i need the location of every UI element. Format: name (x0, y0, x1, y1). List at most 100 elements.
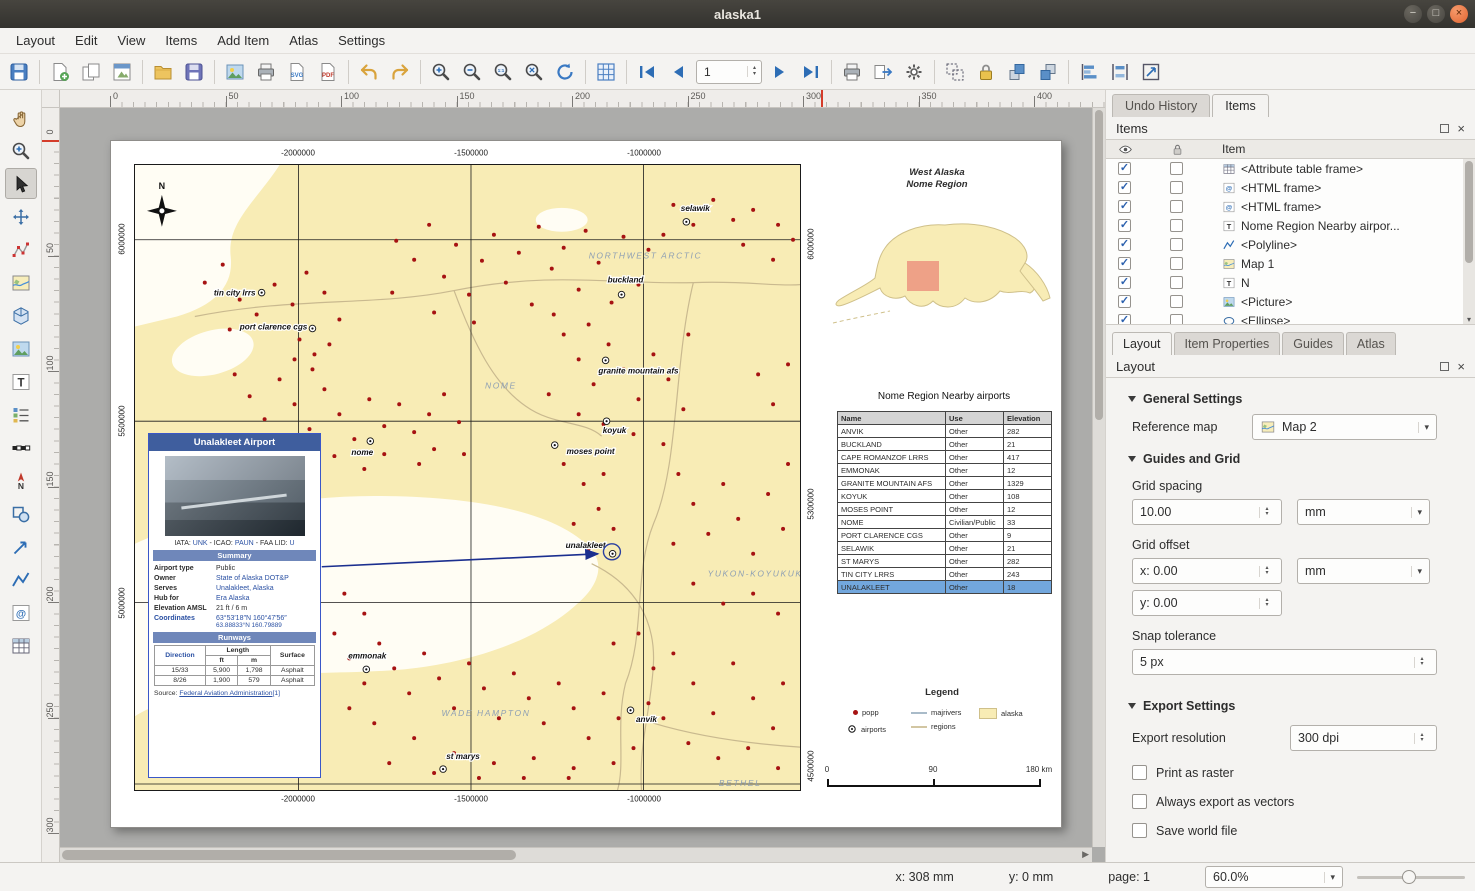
item-row-ellipse[interactable]: <Ellipse> (1106, 311, 1475, 325)
select-move-item-tool[interactable] (5, 168, 37, 199)
add-arrow-tool[interactable] (5, 531, 37, 562)
item-row-html-frame[interactable]: @<HTML frame> (1106, 197, 1475, 216)
zoom-full-button[interactable] (519, 57, 549, 87)
tab-item-properties[interactable]: Item Properties (1174, 332, 1281, 355)
close-panel-icon[interactable]: × (1457, 124, 1465, 133)
visibility-checkbox[interactable] (1118, 200, 1131, 213)
visibility-checkbox[interactable] (1118, 314, 1131, 325)
minimize-button[interactable]: − (1404, 5, 1422, 23)
zoom-out-button[interactable] (457, 57, 487, 87)
grid-offset-unit-combo[interactable]: mm▾ (1297, 558, 1430, 584)
lock-items-button[interactable] (971, 57, 1001, 87)
add-node-item-tool[interactable] (5, 564, 37, 595)
zoom-level-combo[interactable]: 60.0% ▾ (1205, 866, 1343, 888)
items-scroll-thumb[interactable] (1465, 161, 1473, 263)
menu-edit[interactable]: Edit (65, 30, 107, 51)
reference-map-combo[interactable]: Map 2 ▾ (1252, 414, 1437, 440)
overview-map-picture[interactable] (823, 193, 1051, 348)
airports-table[interactable]: NameUseElevationANVIKOther282BUCKLANDOth… (837, 411, 1052, 594)
menu-items[interactable]: Items (155, 30, 207, 51)
refresh-view-button[interactable] (550, 57, 580, 87)
float-panel-icon[interactable] (1440, 124, 1449, 133)
scalebar[interactable]: 090180 km (827, 765, 1043, 787)
tab-atlas[interactable]: Atlas (1346, 332, 1396, 355)
export-as-pdf-button[interactable]: PDF (313, 57, 343, 87)
visibility-checkbox[interactable] (1118, 295, 1131, 308)
new-layout-button[interactable] (45, 57, 75, 87)
section-export-settings[interactable]: Export Settings (1128, 699, 1437, 713)
lock-checkbox[interactable] (1170, 238, 1183, 251)
airports-table-title[interactable]: Nome Region Nearby airports (833, 391, 1055, 402)
duplicate-layout-button[interactable] (76, 57, 106, 87)
dock-tab-undo-history[interactable]: Undo History (1112, 94, 1210, 117)
layout-manager-button[interactable] (107, 57, 137, 87)
snap-tolerance-spinbox[interactable]: 5 px▴▾ (1132, 649, 1437, 675)
menu-settings[interactable]: Settings (328, 30, 395, 51)
menu-view[interactable]: View (107, 30, 155, 51)
spin-buttons[interactable]: ▴▾ (1414, 657, 1429, 668)
checkbox[interactable] (1132, 794, 1147, 809)
spin-buttons[interactable]: ▴▾ (747, 66, 761, 77)
export-resolution-spinbox[interactable]: 300 dpi▴▾ (1290, 725, 1437, 751)
lock-checkbox[interactable] (1170, 276, 1183, 289)
add-scalebar-tool[interactable] (5, 432, 37, 463)
atlas-settings-button[interactable] (899, 57, 929, 87)
visibility-checkbox[interactable] (1118, 238, 1131, 251)
spin-buttons[interactable]: ▴▾ (1259, 566, 1274, 577)
checkbox[interactable] (1132, 765, 1147, 780)
zoom-slider[interactable] (1357, 866, 1465, 888)
visibility-checkbox[interactable] (1118, 257, 1131, 270)
checkbox-print-as-raster[interactable]: Print as raster (1132, 765, 1437, 780)
zoom-slider-handle[interactable] (1402, 870, 1416, 884)
add-attribute-table-tool[interactable] (5, 630, 37, 661)
atlas-first-feature-button[interactable] (632, 57, 662, 87)
lock-checkbox[interactable] (1170, 181, 1183, 194)
add-items-from-template-button[interactable] (148, 57, 178, 87)
item-row-n[interactable]: TN (1106, 273, 1475, 292)
tab-guides[interactable]: Guides (1282, 332, 1344, 355)
atlas-previous-feature-button[interactable] (663, 57, 693, 87)
spin-buttons[interactable]: ▴▾ (1414, 733, 1429, 744)
print-atlas-button[interactable] (837, 57, 867, 87)
maximize-button[interactable]: □ (1427, 5, 1445, 23)
dock-tab-items[interactable]: Items (1212, 94, 1269, 117)
spin-buttons[interactable]: ▴▾ (1259, 507, 1274, 518)
lock-checkbox[interactable] (1170, 162, 1183, 175)
canvas-horizontal-scrollbar[interactable]: ▶ (60, 847, 1092, 862)
item-row-html-frame[interactable]: @<HTML frame> (1106, 178, 1475, 197)
item-row-attribute-table-frame[interactable]: <Attribute table frame> (1106, 159, 1475, 178)
pan-tool[interactable] (5, 102, 37, 133)
grid-offset-y-spinbox[interactable]: y: 0.00▴▾ (1132, 590, 1282, 616)
overview-title-label[interactable]: West Alaska Nome Region (827, 167, 1047, 191)
html-frame-unalakleet-airport[interactable]: Unalakleet Airport IATA: UNK - ICAO: PAU… (148, 433, 321, 778)
menu-atlas[interactable]: Atlas (279, 30, 328, 51)
print-layout-button[interactable] (251, 57, 281, 87)
legend-item[interactable]: Legend poppairportsmajriversregionsalask… (837, 687, 1047, 747)
items-scrollbar[interactable]: ▾ (1463, 159, 1475, 324)
distribute-items-button[interactable] (1105, 57, 1135, 87)
checkbox-always-export-as-vectors[interactable]: Always export as vectors (1132, 794, 1437, 809)
menu-add-item[interactable]: Add Item (207, 30, 279, 51)
hscroll-thumb[interactable] (62, 850, 516, 860)
lock-checkbox[interactable] (1170, 314, 1183, 325)
item-row-nome-region-nearby-airpor-[interactable]: TNome Region Nearby airpor... (1106, 216, 1475, 235)
canvas-vertical-scrollbar[interactable] (1092, 108, 1105, 847)
tab-layout[interactable]: Layout (1112, 332, 1172, 355)
undo-button[interactable] (354, 57, 384, 87)
layout-viewport[interactable]: selawikbucklandtin city lrrsport clarenc… (60, 108, 1105, 862)
visibility-checkbox[interactable] (1118, 219, 1131, 232)
add-label-tool[interactable]: T (5, 366, 37, 397)
visibility-checkbox[interactable] (1118, 276, 1131, 289)
visibility-checkbox[interactable] (1118, 162, 1131, 175)
group-items-button[interactable] (940, 57, 970, 87)
save-as-template-button[interactable] (179, 57, 209, 87)
hscroll-step-icon[interactable]: ▶ (1082, 849, 1089, 860)
grid-offset-x-spinbox[interactable]: x: 0.00▴▾ (1132, 558, 1282, 584)
add-map-tool[interactable] (5, 267, 37, 298)
resize-items-button[interactable] (1136, 57, 1166, 87)
raise-items-button[interactable] (1002, 57, 1032, 87)
export-as-svg-button[interactable]: SVG (282, 57, 312, 87)
grid-spacing-unit-combo[interactable]: mm▾ (1297, 499, 1430, 525)
section-guides-and-grid[interactable]: Guides and Grid (1128, 452, 1437, 466)
add-shape-tool[interactable] (5, 498, 37, 529)
